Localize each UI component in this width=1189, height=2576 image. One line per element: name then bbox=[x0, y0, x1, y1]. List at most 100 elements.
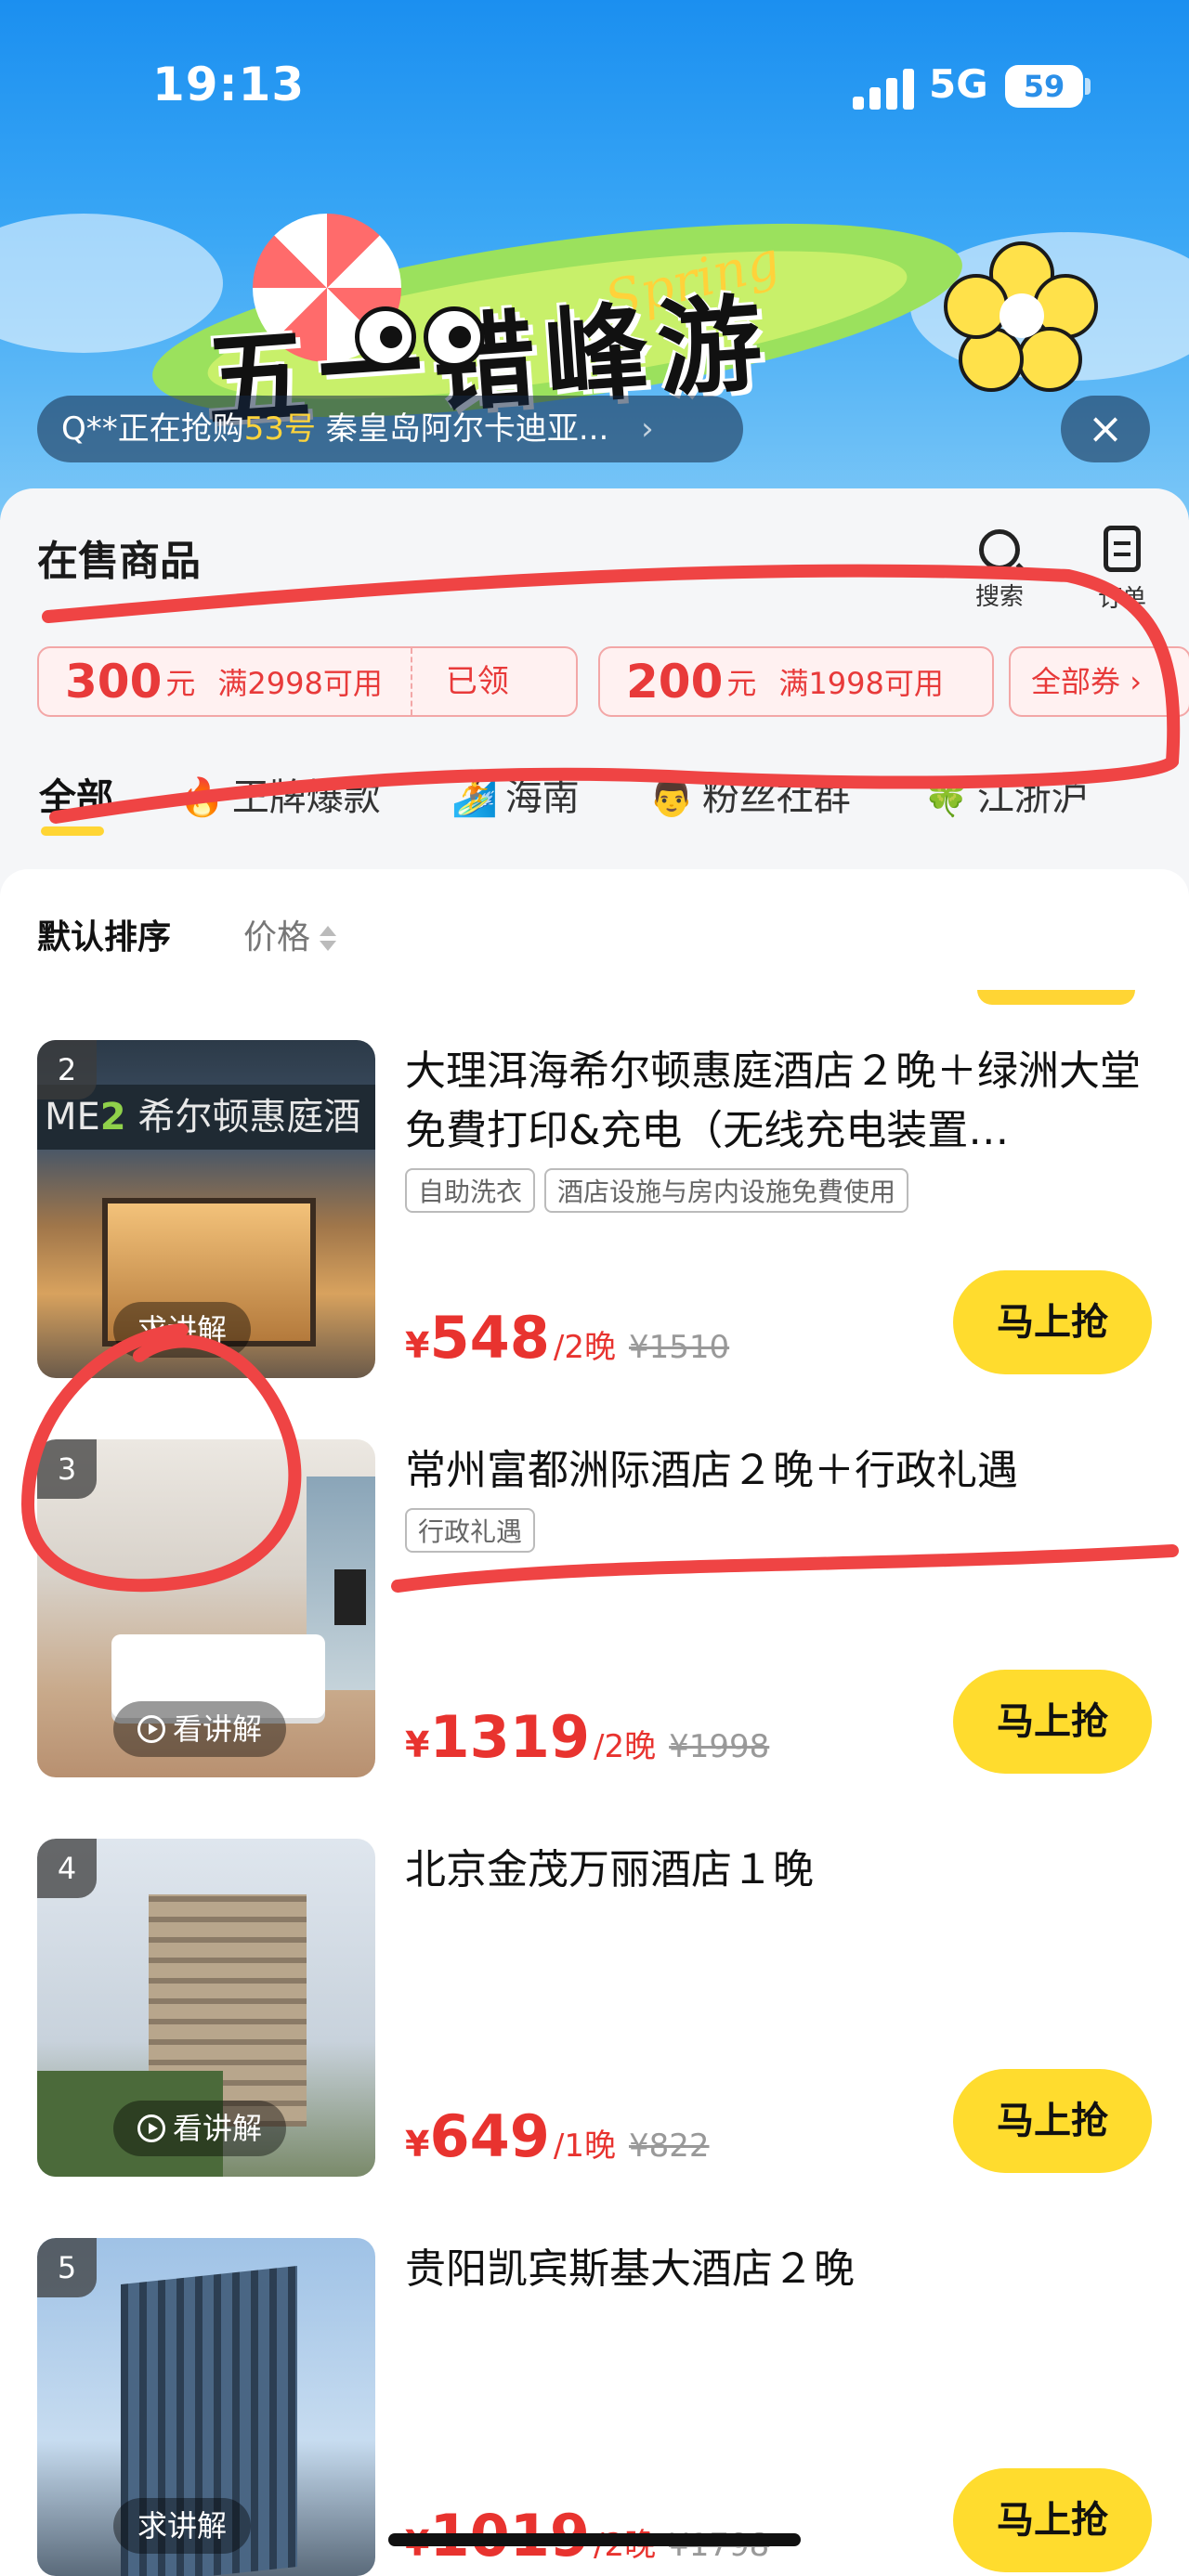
buy-now-button[interactable]: 马上抢 bbox=[953, 2069, 1152, 2173]
network-label: 5G bbox=[929, 61, 988, 107]
rank-badge: 4 bbox=[37, 1839, 97, 1898]
status-time: 19:13 bbox=[152, 58, 306, 111]
watch-explain-button[interactable]: 看讲解 bbox=[113, 2101, 287, 2156]
sort-default-button[interactable]: 默认排序 bbox=[37, 918, 171, 956]
previous-buy-button-edge bbox=[977, 990, 1135, 1005]
currency-symbol: ¥ bbox=[405, 1325, 430, 1366]
tab-trump-hits[interactable]: 🔥 王牌爆款 bbox=[178, 767, 381, 821]
sign-brand: ME bbox=[45, 1096, 100, 1138]
tab-fan-community[interactable]: 👨 粉丝社群 bbox=[648, 767, 851, 821]
category-tabs: 全部 🔥 王牌爆款 🏄 海南 👨 粉丝社群 🍀 江浙沪 bbox=[0, 767, 1189, 851]
product-title[interactable]: 贵阳凯宾斯基大酒店２晚 bbox=[405, 2240, 1157, 2299]
orders-button[interactable]: 订单 bbox=[1085, 526, 1159, 614]
rank-badge: 5 bbox=[37, 2238, 97, 2297]
tab-label: 全部 bbox=[39, 776, 113, 819]
product-card[interactable]: 3 看讲解 常州富都洲际酒店２晚＋行政礼遇 行政礼遇 ¥1319/2晚 ¥1998… bbox=[0, 1439, 1189, 1792]
product-thumbnail[interactable]: 4 看讲解 bbox=[37, 1839, 375, 2177]
product-tag: 酒店设施与房内设施免費使用 bbox=[544, 1168, 909, 1213]
signal-icon bbox=[853, 69, 914, 110]
ticker-prefix: Q**正在抢购 bbox=[61, 410, 244, 448]
coupon-claimed-button[interactable]: 已领 bbox=[410, 648, 542, 715]
original-price: ¥822 bbox=[628, 2127, 710, 2165]
product-card[interactable]: 4 看讲解 北京金茂万丽酒店１晚 ¥649/1晚 ¥822 马上抢 bbox=[0, 1839, 1189, 2192]
sort-price-label: 价格 bbox=[243, 918, 311, 956]
explain-label: 看讲解 bbox=[173, 1711, 263, 1747]
coupon-card[interactable]: 200 元 满1998可用 bbox=[598, 646, 994, 717]
all-coupons-label: 全部券 bbox=[1031, 664, 1121, 699]
status-bar: 19:13 5G 59 bbox=[0, 0, 1189, 176]
coupon-condition: 满2998可用 bbox=[217, 666, 383, 701]
request-explain-button[interactable]: 求讲解 bbox=[113, 2498, 252, 2554]
buy-now-button[interactable]: 马上抢 bbox=[953, 2468, 1152, 2572]
explain-label: 求讲解 bbox=[137, 2508, 228, 2543]
original-price: ¥1998 bbox=[669, 1728, 770, 1765]
product-price: 649 bbox=[429, 2102, 550, 2170]
product-tag: 行政礼遇 bbox=[405, 1508, 536, 1553]
product-thumbnail[interactable]: ME2 希尔顿惠庭酒 2 求讲解 bbox=[37, 1040, 375, 1378]
all-coupons-button[interactable]: 全部券 › bbox=[1009, 646, 1189, 717]
currency-symbol: ¥ bbox=[405, 1724, 430, 1765]
close-button[interactable]: × bbox=[1061, 396, 1150, 462]
currency-symbol: ¥ bbox=[405, 2124, 430, 2165]
play-icon bbox=[137, 2114, 165, 2142]
product-tags: 自助洗衣 酒店设施与房内设施免費使用 bbox=[405, 1168, 918, 1213]
order-icon bbox=[1104, 526, 1141, 572]
room-tv-image bbox=[334, 1569, 366, 1625]
buy-now-button[interactable]: 马上抢 bbox=[953, 1670, 1152, 1774]
coupon-amount: 300 bbox=[65, 655, 163, 709]
tab-all[interactable]: 全部 bbox=[39, 767, 113, 821]
promo-banner: 19:13 5G 59 Spring 五一错峰游 Q**正在抢购53号 秦皇岛阿… bbox=[0, 0, 1189, 520]
product-price: 1319 bbox=[429, 1703, 591, 1771]
ticker-highlight: 53号 bbox=[243, 410, 317, 448]
coupon-unit: 元 bbox=[165, 666, 196, 701]
original-price: ¥1510 bbox=[628, 1329, 730, 1366]
product-title[interactable]: 常州富都洲际酒店２晚＋行政礼遇 bbox=[405, 1441, 1157, 1501]
play-icon bbox=[137, 1715, 165, 1743]
coupon-condition: 满1998可用 bbox=[778, 666, 944, 701]
watch-explain-button[interactable]: 看讲解 bbox=[113, 1701, 287, 1757]
coupon-strip: 300 元 满2998可用 已领 200 元 满1998可用 全部券 › bbox=[37, 646, 1189, 721]
coupon-card[interactable]: 300 元 满2998可用 已领 bbox=[37, 646, 578, 717]
product-card[interactable]: ME2 希尔顿惠庭酒 2 求讲解 大理洱海希尔顿惠庭酒店２晚＋绿洲大堂免費打印&… bbox=[0, 1040, 1189, 1393]
tab-label: 海南 bbox=[504, 776, 580, 819]
active-tab-indicator bbox=[41, 826, 104, 836]
chevron-right-icon: › bbox=[1130, 664, 1142, 699]
tab-label: 粉丝社群 bbox=[701, 776, 851, 819]
price-row: ¥1319/2晚 ¥1998 bbox=[405, 1703, 769, 1771]
product-title[interactable]: 大理洱海希尔顿惠庭酒店２晚＋绿洲大堂免費打印&充电（无线充电装置… bbox=[405, 1042, 1157, 1161]
battery-tip bbox=[1085, 78, 1091, 95]
price-unit: /2晚 bbox=[594, 1728, 657, 1765]
request-explain-button[interactable]: 求讲解 bbox=[113, 1302, 252, 1358]
buy-now-button[interactable]: 马上抢 bbox=[953, 1270, 1152, 1374]
tab-jiangzhehu[interactable]: 🍀 江浙沪 bbox=[923, 767, 1089, 821]
price-row: ¥548/2晚 ¥1510 bbox=[405, 1304, 729, 1372]
explain-label: 求讲解 bbox=[137, 1312, 228, 1347]
rank-badge: 3 bbox=[37, 1439, 97, 1499]
sort-price-button[interactable]: 价格 bbox=[243, 910, 337, 958]
search-icon bbox=[979, 529, 1020, 570]
cartoon-eyes-icon bbox=[355, 306, 494, 371]
home-indicator[interactable] bbox=[388, 2533, 801, 2546]
chevron-right-icon: › bbox=[641, 410, 654, 448]
sheet-title: 在售商品 bbox=[37, 538, 201, 585]
close-icon: × bbox=[1087, 403, 1124, 453]
product-title[interactable]: 北京金茂万丽酒店１晚 bbox=[405, 1841, 1157, 1900]
product-thumbnail[interactable]: 3 看讲解 bbox=[37, 1439, 375, 1777]
flower-icon bbox=[944, 241, 1098, 392]
battery-level: 59 bbox=[1023, 69, 1065, 104]
sort-arrows-icon bbox=[318, 922, 337, 956]
surfer-icon: 🏄 bbox=[451, 776, 498, 819]
tab-hainan[interactable]: 🏄 海南 bbox=[451, 767, 580, 821]
fire-icon: 🔥 bbox=[178, 776, 225, 819]
search-button[interactable]: 搜索 bbox=[962, 526, 1037, 612]
product-thumbnail[interactable]: 5 求讲解 bbox=[37, 2238, 375, 2576]
purchase-ticker[interactable]: Q**正在抢购53号 秦皇岛阿尔卡迪亚... › bbox=[37, 396, 743, 462]
product-card[interactable]: 5 求讲解 贵阳凯宾斯基大酒店２晚 ¥1019/2晚¥1798 马上抢 bbox=[0, 2238, 1189, 2576]
search-label: 搜索 bbox=[974, 583, 1024, 611]
clover-icon: 🍀 bbox=[923, 776, 970, 819]
price-unit: /2晚 bbox=[553, 1329, 616, 1366]
coupon-unit: 元 bbox=[726, 666, 757, 701]
sign-number: 2 bbox=[99, 1096, 126, 1138]
sort-bar: 默认排序 价格 bbox=[37, 910, 337, 958]
tab-label: 王牌爆款 bbox=[231, 776, 381, 819]
